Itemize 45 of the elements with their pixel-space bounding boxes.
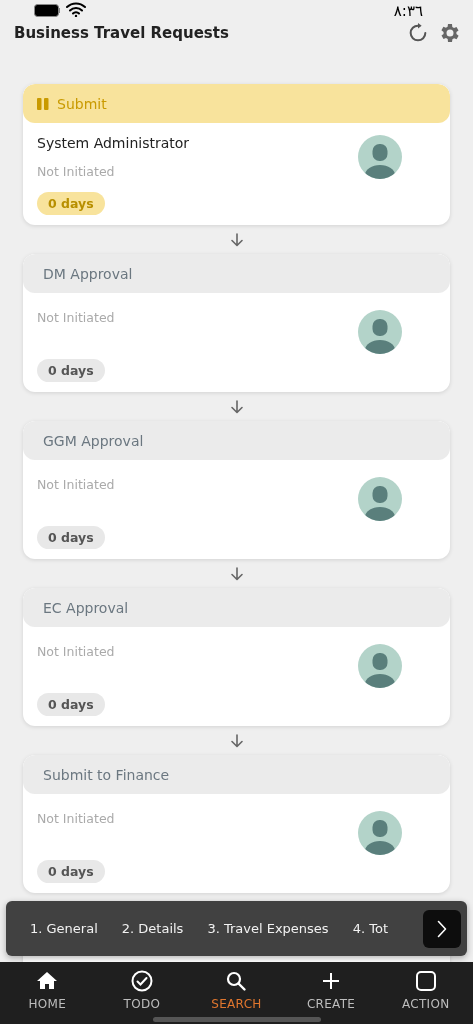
avatar-icon [358, 644, 402, 688]
duration-badge: 0 days [37, 860, 105, 883]
step-title: DM Approval [43, 265, 133, 282]
tab-item[interactable]: ACTION [385, 969, 466, 1011]
duration-badge: 0 days [37, 693, 105, 716]
duration-badge: 0 days [37, 192, 105, 215]
chevron-right-icon [437, 919, 447, 938]
step-title: GGM Approval [43, 432, 144, 449]
step-title: Submit [57, 95, 107, 112]
down-arrow-icon [229, 567, 244, 581]
page-title: Business Travel Requests [14, 24, 229, 42]
avatar-icon [358, 477, 402, 521]
tab-item[interactable]: CREATE [291, 969, 372, 1011]
next-button[interactable] [423, 909, 461, 948]
wifi-icon [66, 2, 86, 17]
step-title: EC Approval [43, 599, 129, 616]
status-time: ٨:٣٦ [393, 2, 423, 20]
battery-icon [34, 4, 60, 17]
duration-badge: 0 days [37, 359, 105, 382]
pause-icon [37, 97, 49, 110]
assignee-name: System Administrator [37, 135, 190, 151]
avatar-icon [358, 310, 402, 354]
step-status: Not Initiated [37, 310, 115, 325]
search-icon [224, 969, 249, 993]
section-tab[interactable]: 3. Travel Expenses [207, 921, 329, 936]
step-status: Not Initiated [37, 811, 115, 826]
step-status: Not Initiated [37, 477, 115, 492]
tab-item[interactable]: HOME [7, 969, 88, 1011]
down-arrow-icon [229, 233, 244, 247]
check-circle-icon [129, 969, 154, 993]
step-status: Not Initiated [37, 644, 115, 659]
step-title: Submit to Finance [43, 766, 170, 783]
tab-item[interactable]: SEARCH [196, 969, 277, 1011]
square-icon [413, 969, 438, 993]
avatar-icon [358, 811, 402, 855]
avatar-icon [358, 135, 402, 179]
tab-item[interactable]: TODO [101, 969, 182, 1011]
duration-badge: 0 days [37, 526, 105, 549]
down-arrow-icon [229, 734, 244, 748]
down-arrow-icon [229, 400, 244, 414]
section-tab[interactable]: 4. Tot [352, 921, 388, 936]
step-status: Not Initiated [37, 164, 116, 179]
section-tab[interactable]: 2. Details [121, 921, 184, 936]
refresh-icon[interactable] [407, 22, 429, 44]
section-tab[interactable]: 1. General [30, 921, 98, 936]
